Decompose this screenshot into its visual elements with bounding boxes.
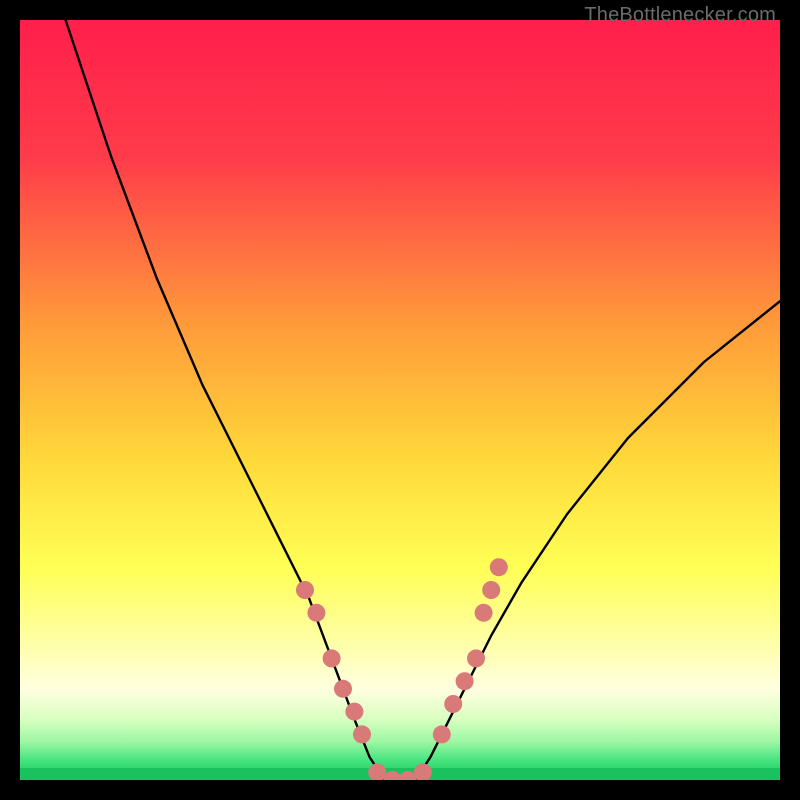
curve-marker bbox=[475, 604, 493, 622]
curve-marker bbox=[433, 725, 451, 743]
curve-marker bbox=[353, 725, 371, 743]
curve-marker bbox=[334, 680, 352, 698]
curve-marker bbox=[444, 695, 462, 713]
curve-marker bbox=[323, 649, 341, 667]
curve-marker bbox=[490, 558, 508, 576]
curve-marker bbox=[296, 581, 314, 599]
chart-stage: TheBottlenecker.com bbox=[0, 0, 800, 800]
curve-marker bbox=[307, 604, 325, 622]
curve-marker bbox=[456, 672, 474, 690]
curve-marker bbox=[345, 703, 363, 721]
plot-area bbox=[20, 20, 780, 780]
chart-svg bbox=[20, 20, 780, 780]
watermark-text: TheBottlenecker.com bbox=[584, 4, 776, 27]
curve-marker bbox=[482, 581, 500, 599]
curve-marker bbox=[467, 649, 485, 667]
